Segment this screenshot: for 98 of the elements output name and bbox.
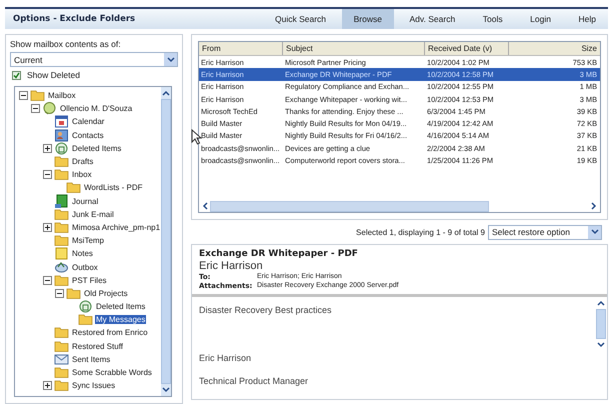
body-text: Technical Product Manager [199, 376, 310, 386]
tree-item[interactable]: Some Scrabble Words [71, 368, 153, 378]
mouse-pointer-icon [191, 129, 202, 145]
checkmark-icon [13, 72, 20, 78]
plus-icon [43, 144, 52, 153]
folder-icon [54, 378, 69, 394]
folder-icon [54, 154, 69, 170]
folder-icon [54, 220, 69, 235]
body-text: Eric Harrison [199, 353, 252, 363]
tree-item[interactable]: Restored from Enrico [71, 328, 149, 338]
tree-item[interactable]: Ollencio M. D'Souza [59, 104, 134, 114]
folder-icon [54, 206, 69, 222]
envelope-icon [54, 352, 69, 367]
outbox-icon [54, 260, 69, 275]
scroll-thumb[interactable] [210, 200, 488, 212]
message-sender: Eric Harrison [199, 260, 264, 272]
nav-tab[interactable]: Browse [342, 9, 394, 29]
chevron-right-icon [591, 202, 597, 210]
show-deleted-checkbox[interactable] [12, 70, 21, 80]
globe-icon [42, 101, 57, 116]
chevron-down-icon [162, 387, 170, 393]
column-header[interactable]: Received Date (v) [425, 42, 509, 55]
calendar-icon [54, 114, 69, 130]
folder-icon [54, 365, 69, 380]
collapse-toggle[interactable] [55, 288, 64, 298]
tree-item[interactable]: Sync Issues [71, 381, 116, 390]
expand-toggle[interactable] [43, 222, 52, 232]
tree-item[interactable]: Drafts [71, 157, 94, 166]
column-header[interactable]: Subject [283, 42, 425, 55]
dropdown-placeholder: Select restore option [491, 227, 571, 237]
tree-item[interactable]: MsiTemp [71, 236, 106, 246]
tree-item[interactable]: Mailbox [47, 91, 77, 100]
collapse-toggle[interactable] [43, 276, 52, 285]
tree-item[interactable]: Restored Stuff [71, 342, 124, 351]
tree-item[interactable]: Mimosa Archive_pm-np1 [71, 222, 162, 232]
expand-toggle[interactable] [43, 144, 52, 153]
folder-icon [54, 233, 69, 248]
tree-item[interactable]: Inbox [71, 170, 93, 180]
tree-item[interactable]: Old Projects [83, 288, 129, 298]
column-header[interactable]: From [199, 42, 283, 55]
message-subject: Exchange DR Whitepaper - PDF [199, 249, 359, 259]
minus-icon [19, 91, 28, 100]
folder-icon [54, 167, 69, 182]
minus-icon [55, 288, 64, 298]
chevron-down-icon [590, 229, 598, 235]
tree-item[interactable]: Junk E-mail [71, 210, 115, 219]
folder-icon [78, 312, 93, 328]
tree-item[interactable]: Outbox [71, 262, 99, 272]
tree-item[interactable]: Contacts [71, 130, 105, 140]
contents-dropdown[interactable]: Current [10, 52, 178, 67]
minus-icon [43, 276, 52, 285]
folder-icon [66, 180, 81, 196]
column-header[interactable]: Size [509, 42, 600, 55]
scroll-thumb[interactable] [596, 309, 606, 339]
minus-icon [43, 170, 52, 180]
nav-tab[interactable]: Quick Search [263, 9, 338, 29]
show-deleted-label: Show Deleted [27, 70, 80, 80]
chevron-up-icon [162, 90, 170, 96]
plus-icon [43, 222, 52, 232]
folder-icon [54, 338, 69, 354]
nav-tab[interactable]: Adv. Search [398, 9, 468, 29]
nav-tab[interactable]: Login [518, 9, 563, 29]
chevron-up-icon [597, 300, 605, 306]
plus-icon [43, 381, 52, 390]
body-text: Disaster Recovery Best practices [199, 305, 333, 315]
dropdown-button[interactable] [588, 226, 601, 238]
collapse-toggle[interactable] [31, 104, 40, 114]
tree-item[interactable]: Deleted Items [71, 144, 122, 153]
tree-item[interactable]: Notes [71, 249, 94, 258]
nav-tab[interactable]: Help [566, 9, 608, 29]
tree-item[interactable]: Deleted Items [95, 302, 146, 312]
tree-item[interactable]: Journal [71, 196, 100, 206]
note-icon [54, 246, 69, 262]
collapse-toggle[interactable] [19, 91, 28, 100]
contents-label: Show mailbox contents as of: [10, 39, 122, 49]
status-text: Selected 1, displaying 1 - 9 of total 9 [356, 228, 485, 236]
page-title: Options - Exclude Folders [13, 14, 136, 24]
tree-item[interactable]: My Messages [95, 315, 146, 324]
tree-item[interactable]: Calendar [71, 117, 106, 126]
dropdown-value: Current [13, 54, 44, 64]
contact-card-icon [54, 128, 69, 143]
minus-icon [31, 104, 40, 114]
nav-tab[interactable]: Tools [470, 9, 515, 29]
collapse-toggle[interactable] [43, 170, 52, 180]
chevron-left-icon [202, 202, 208, 210]
dropdown-button[interactable] [164, 53, 177, 66]
expand-toggle[interactable] [43, 381, 52, 390]
folder-icon [66, 286, 81, 301]
tree-item[interactable]: PST Files [71, 276, 108, 285]
tree-item[interactable]: Sent Items [71, 354, 112, 364]
folder-icon [54, 272, 69, 288]
chevron-down-icon [166, 56, 174, 62]
tree-item[interactable]: WordLists - PDF [83, 183, 144, 192]
folder-icon [54, 325, 69, 340]
chevron-down-icon [597, 342, 605, 348]
folder-icon [30, 88, 45, 104]
restore-dropdown[interactable]: Select restore option [488, 224, 602, 240]
book-icon [54, 194, 69, 209]
